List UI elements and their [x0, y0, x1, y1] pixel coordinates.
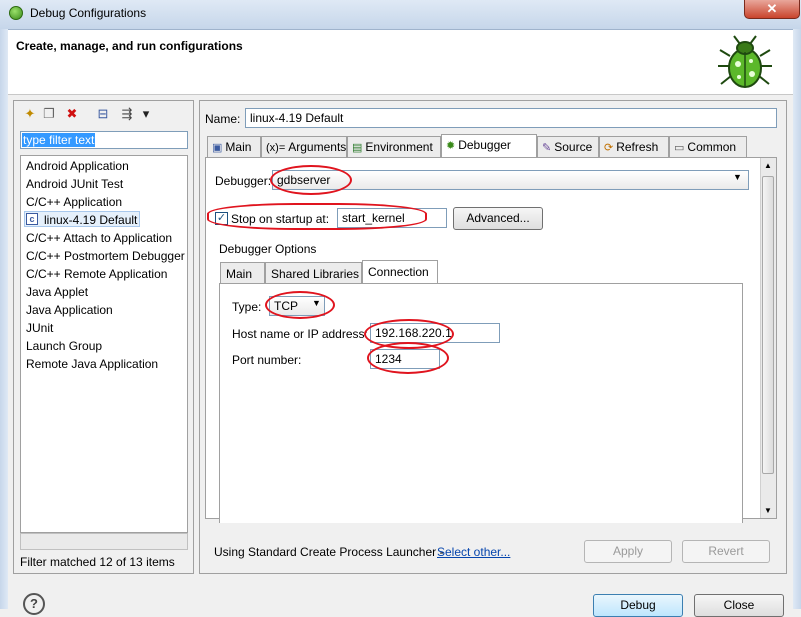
name-input[interactable]: linux-4.19 Default [245, 108, 777, 128]
tree-item[interactable]: Java Applet [26, 285, 88, 299]
launcher-text: Using Standard Create Process Launcher - [214, 545, 444, 559]
window-close-button[interactable]: ✕ [744, 0, 800, 19]
tab-label: Environment [365, 140, 433, 154]
filter-status: Filter matched 12 of 13 items [20, 555, 175, 569]
refresh-tab-icon: ⟳ [604, 142, 614, 154]
revert-button[interactable]: Revert [682, 540, 770, 563]
name-label: Name: [205, 112, 241, 126]
tab-source[interactable]: ✎ Source [537, 136, 599, 157]
main-tab-icon: ▣ [212, 142, 223, 154]
tree-item[interactable]: Android Application [26, 159, 129, 173]
tab-environment[interactable]: ▤ Environment [347, 136, 441, 157]
tree-item-selected-label[interactable]: linux-4.19 Default [44, 213, 137, 227]
tree-item[interactable]: C/C++ Attach to Application [26, 231, 172, 245]
debugger-tab-icon: ✹ [446, 140, 456, 152]
tree-item[interactable]: Java Application [26, 303, 113, 317]
menu-dropdown-icon[interactable]: ▾ [137, 105, 155, 123]
tab-label: Source [554, 140, 593, 154]
subtab-main[interactable]: Main [220, 262, 265, 283]
host-label: Host name or IP address: [232, 327, 368, 341]
debugger-options-label: Debugger Options [219, 242, 317, 256]
tree-item[interactable]: C/C++ Remote Application [26, 267, 167, 281]
select-other-link[interactable]: Select other... [437, 545, 510, 559]
window-frame-left [0, 29, 8, 609]
close-button[interactable]: Close [694, 594, 784, 617]
advanced-button[interactable]: Advanced... [453, 207, 543, 230]
common-tab-icon: ▭ [674, 142, 685, 154]
scroll-down-icon[interactable]: ▼ [762, 506, 774, 515]
tree-item[interactable]: C/C++ Application [26, 195, 122, 209]
tab-refresh[interactable]: ⟳ Refresh [599, 136, 669, 157]
apply-button[interactable]: Apply [584, 540, 672, 563]
tree-item[interactable]: Android JUnit Test [26, 177, 123, 191]
type-label: Type: [232, 300, 262, 314]
annotation-port [367, 342, 449, 374]
debugger-label: Debugger: [215, 174, 272, 188]
annotation-stop-on-startup [207, 203, 427, 230]
collapse-all-icon[interactable]: ⊟ [94, 105, 112, 123]
annotation-type [265, 291, 335, 319]
scrollbar-thumb[interactable] [762, 176, 774, 474]
tab-label: Main [225, 140, 252, 154]
scroll-up-icon[interactable]: ▲ [762, 161, 774, 170]
environment-tab-icon: ▤ [352, 142, 363, 154]
c-config-icon: c [26, 213, 38, 225]
arguments-tab-icon: (x)= [266, 142, 286, 154]
tab-common[interactable]: ▭ Common [669, 136, 747, 157]
app-icon [9, 6, 23, 20]
tab-label: Arguments [288, 140, 347, 154]
tree-item[interactable]: C/C++ Postmortem Debugger [26, 249, 185, 263]
subtab-shared-libraries[interactable]: Shared Libraries [265, 262, 362, 283]
tab-debugger[interactable]: ✹ Debugger [441, 134, 537, 158]
window-frame-right [793, 29, 801, 609]
tree-item[interactable]: Remote Java Application [26, 357, 158, 371]
bug-icon [718, 35, 772, 88]
tab-main[interactable]: ▣ Main [207, 136, 261, 157]
filter-input-text[interactable]: type filter text [22, 133, 96, 147]
tree-item[interactable]: Launch Group [26, 339, 102, 353]
annotation-debugger [270, 165, 352, 195]
port-label: Port number: [232, 353, 302, 367]
banner-title: Create, manage, and run configurations [16, 39, 243, 53]
tab-label: Debugger [458, 138, 511, 152]
tree-item[interactable]: JUnit [26, 321, 53, 335]
delete-icon[interactable]: ✖ [63, 105, 81, 123]
tab-label: Refresh [616, 140, 659, 154]
source-tab-icon: ✎ [542, 142, 552, 154]
filter-icon[interactable]: ⇶ [118, 105, 136, 123]
window-title: Debug Configurations [30, 6, 147, 20]
chevron-down-icon[interactable]: ▼ [733, 172, 742, 182]
debug-button[interactable]: Debug [593, 594, 683, 617]
tab-arguments[interactable]: (x)= Arguments [261, 136, 347, 157]
connection-tab-content [219, 283, 743, 523]
help-icon[interactable]: ? [23, 593, 45, 615]
tree-horizontal-scrollbar[interactable] [20, 533, 188, 550]
tab-label: Common [687, 140, 737, 154]
new-config-icon[interactable]: ✦ [21, 105, 39, 123]
duplicate-icon[interactable]: ❐ [40, 105, 58, 123]
subtab-connection[interactable]: Connection [362, 260, 438, 284]
